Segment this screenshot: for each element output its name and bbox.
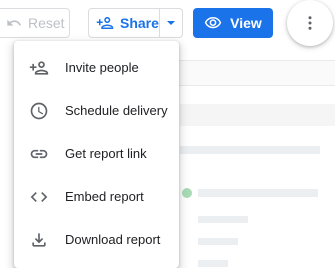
clock-icon: [29, 101, 49, 121]
menu-item-get-report-link[interactable]: Get report link: [14, 132, 179, 175]
menu-item-label: Schedule delivery: [65, 103, 168, 118]
person-add-icon: [29, 58, 49, 78]
faded-row: [198, 238, 238, 245]
view-button[interactable]: View: [193, 8, 273, 38]
undo-icon: [7, 19, 21, 26]
download-icon: [29, 230, 49, 250]
eye-icon: [204, 17, 222, 29]
reset-button[interactable]: Reset: [0, 8, 70, 38]
menu-item-label: Embed report: [65, 189, 144, 204]
person-add-icon: [96, 17, 114, 29]
share-dropdown-toggle[interactable]: [159, 9, 182, 37]
menu-item-download-report[interactable]: Download report: [14, 218, 179, 261]
view-label: View: [230, 15, 262, 31]
reset-label: Reset: [28, 15, 65, 31]
faded-row: [198, 189, 318, 197]
report-toolbar: Reset Share View: [0, 0, 335, 46]
menu-item-label: Invite people: [65, 60, 139, 75]
faded-panel-header: [180, 104, 335, 126]
menu-item-label: Get report link: [65, 146, 147, 161]
caret-down-icon: [167, 21, 175, 25]
menu-item-invite-people[interactable]: Invite people: [14, 46, 179, 89]
faded-status-dot: [182, 188, 192, 198]
more-vert-icon: [308, 16, 312, 30]
faded-row: [198, 216, 248, 223]
share-menu: Invite people Schedule delivery Get repo…: [14, 41, 179, 268]
faded-search-bar: [176, 60, 335, 86]
menu-item-schedule-delivery[interactable]: Schedule delivery: [14, 89, 179, 132]
menu-item-label: Download report: [65, 232, 161, 247]
more-options-button[interactable]: [287, 0, 333, 46]
link-icon: [29, 144, 49, 164]
share-button-group: Share: [88, 8, 183, 38]
faded-row: [198, 260, 228, 267]
share-label: Share: [120, 15, 159, 31]
faded-row: [180, 146, 320, 154]
code-icon: [29, 187, 49, 207]
share-button[interactable]: Share: [89, 9, 159, 37]
menu-item-embed-report[interactable]: Embed report: [14, 175, 179, 218]
